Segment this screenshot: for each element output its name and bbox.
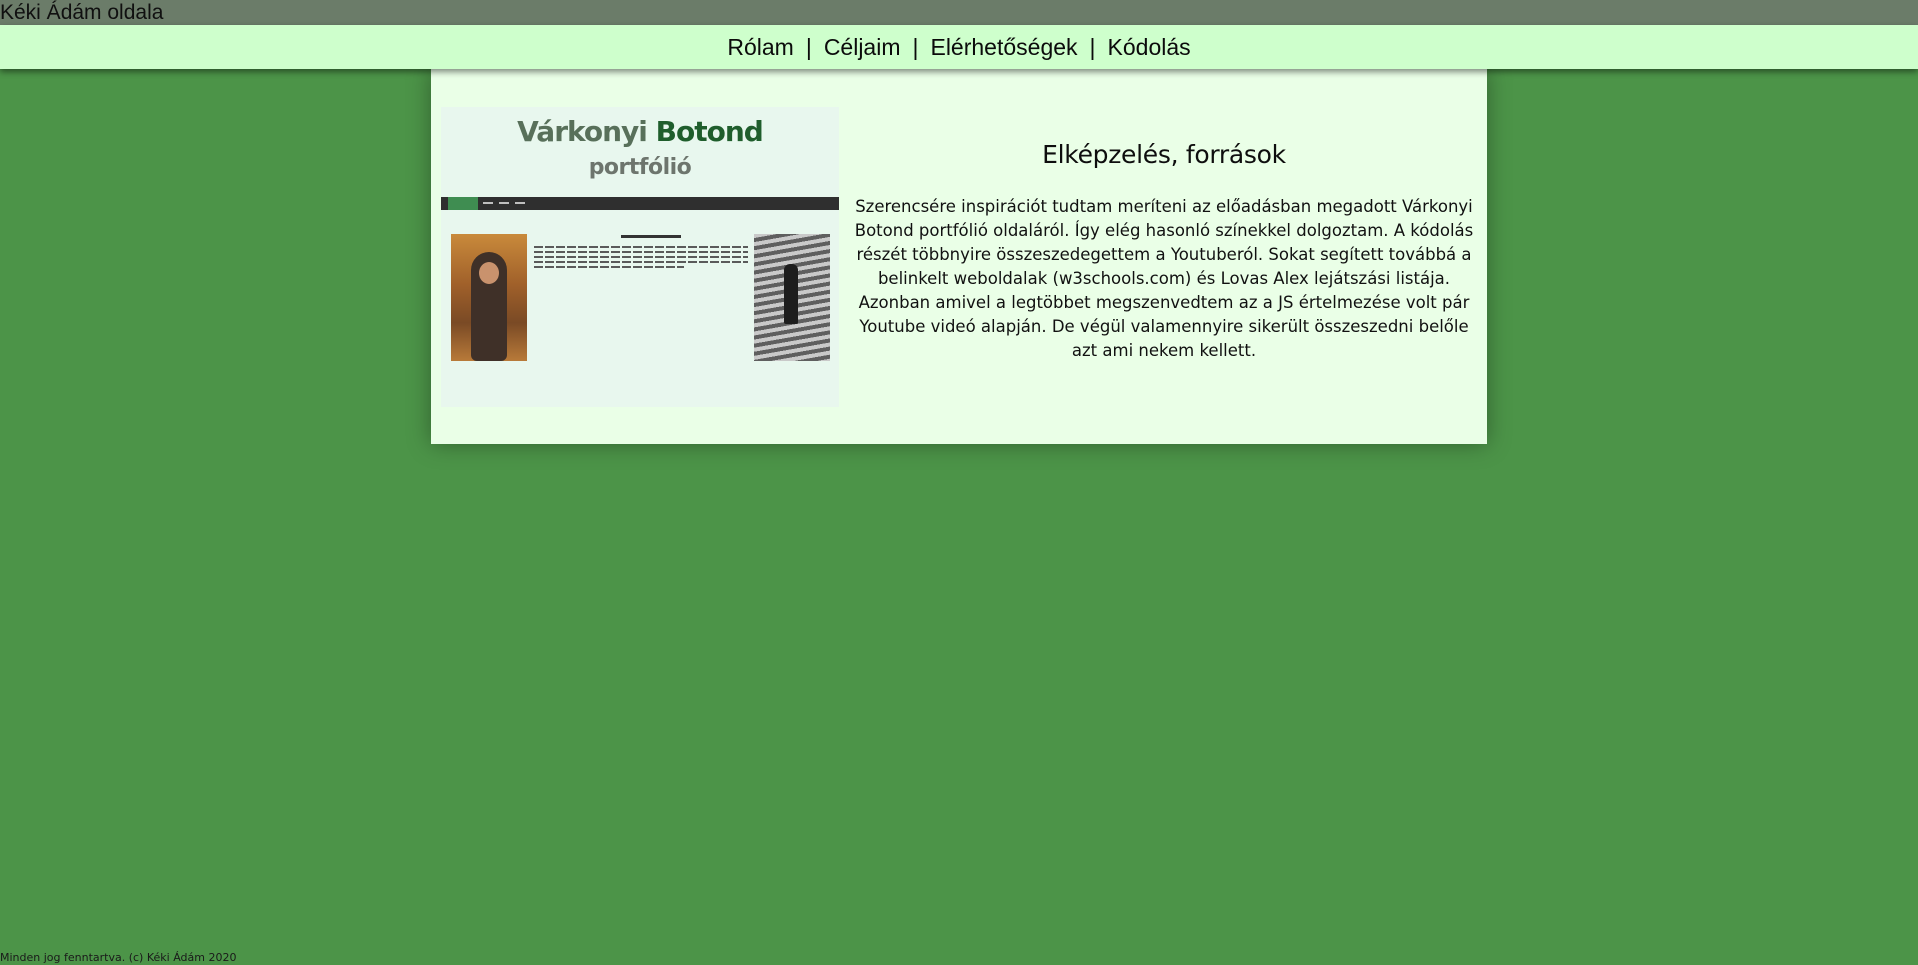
screenshot-subtitle: portfólió [588, 155, 692, 180]
screenshot-text-heading [621, 235, 681, 238]
person-figure [784, 264, 798, 324]
screenshot-portrait-photo [451, 234, 527, 361]
section-paragraph: Szerencsére inspirációt tudtam meríteni … [854, 197, 1474, 360]
screenshot-nav-item [515, 202, 525, 204]
text-section: Elképzelés, források Szerencsére inspirá… [849, 140, 1479, 363]
nav-item-celjaim[interactable]: Céljaim [824, 34, 901, 61]
site-title: Kéki Ádám oldala [0, 1, 164, 24]
nav-separator: | [805, 33, 812, 60]
footer-copyright: Minden jog fenntartva. (c) Kéki Ádám 202… [0, 951, 237, 964]
content-card: Várkonyi Botond portfólió Elképzelés, fo… [431, 69, 1487, 444]
screenshot-nav-bar [441, 197, 839, 210]
person-face [479, 262, 499, 284]
nav-separator: | [1089, 33, 1096, 60]
nav-item-rolam[interactable]: Rólam [727, 34, 793, 61]
screenshot-title-second: Botond [655, 115, 764, 148]
screenshot-title: Várkonyi Botond [441, 115, 839, 148]
section-heading: Elképzelés, források [1042, 140, 1286, 169]
nav-separator: | [912, 33, 919, 60]
screenshot-title-first: Várkonyi [517, 115, 648, 148]
screenshot-nav-item [499, 202, 509, 204]
screenshot-nav-item [483, 202, 493, 204]
screenshot-nav-active [448, 197, 478, 210]
nav-item-kodolas[interactable]: Kódolás [1108, 34, 1191, 61]
main-nav: Rólam | Céljaim | Elérhetőségek | Kódolá… [0, 25, 1918, 69]
screenshot-text-block [534, 246, 748, 271]
portfolio-screenshot-image: Várkonyi Botond portfólió [441, 107, 839, 407]
top-bar: Kéki Ádám oldala [0, 0, 1918, 25]
screenshot-bridge-photo [754, 234, 830, 361]
nav-item-elerhetosegek[interactable]: Elérhetőségek [930, 34, 1077, 61]
